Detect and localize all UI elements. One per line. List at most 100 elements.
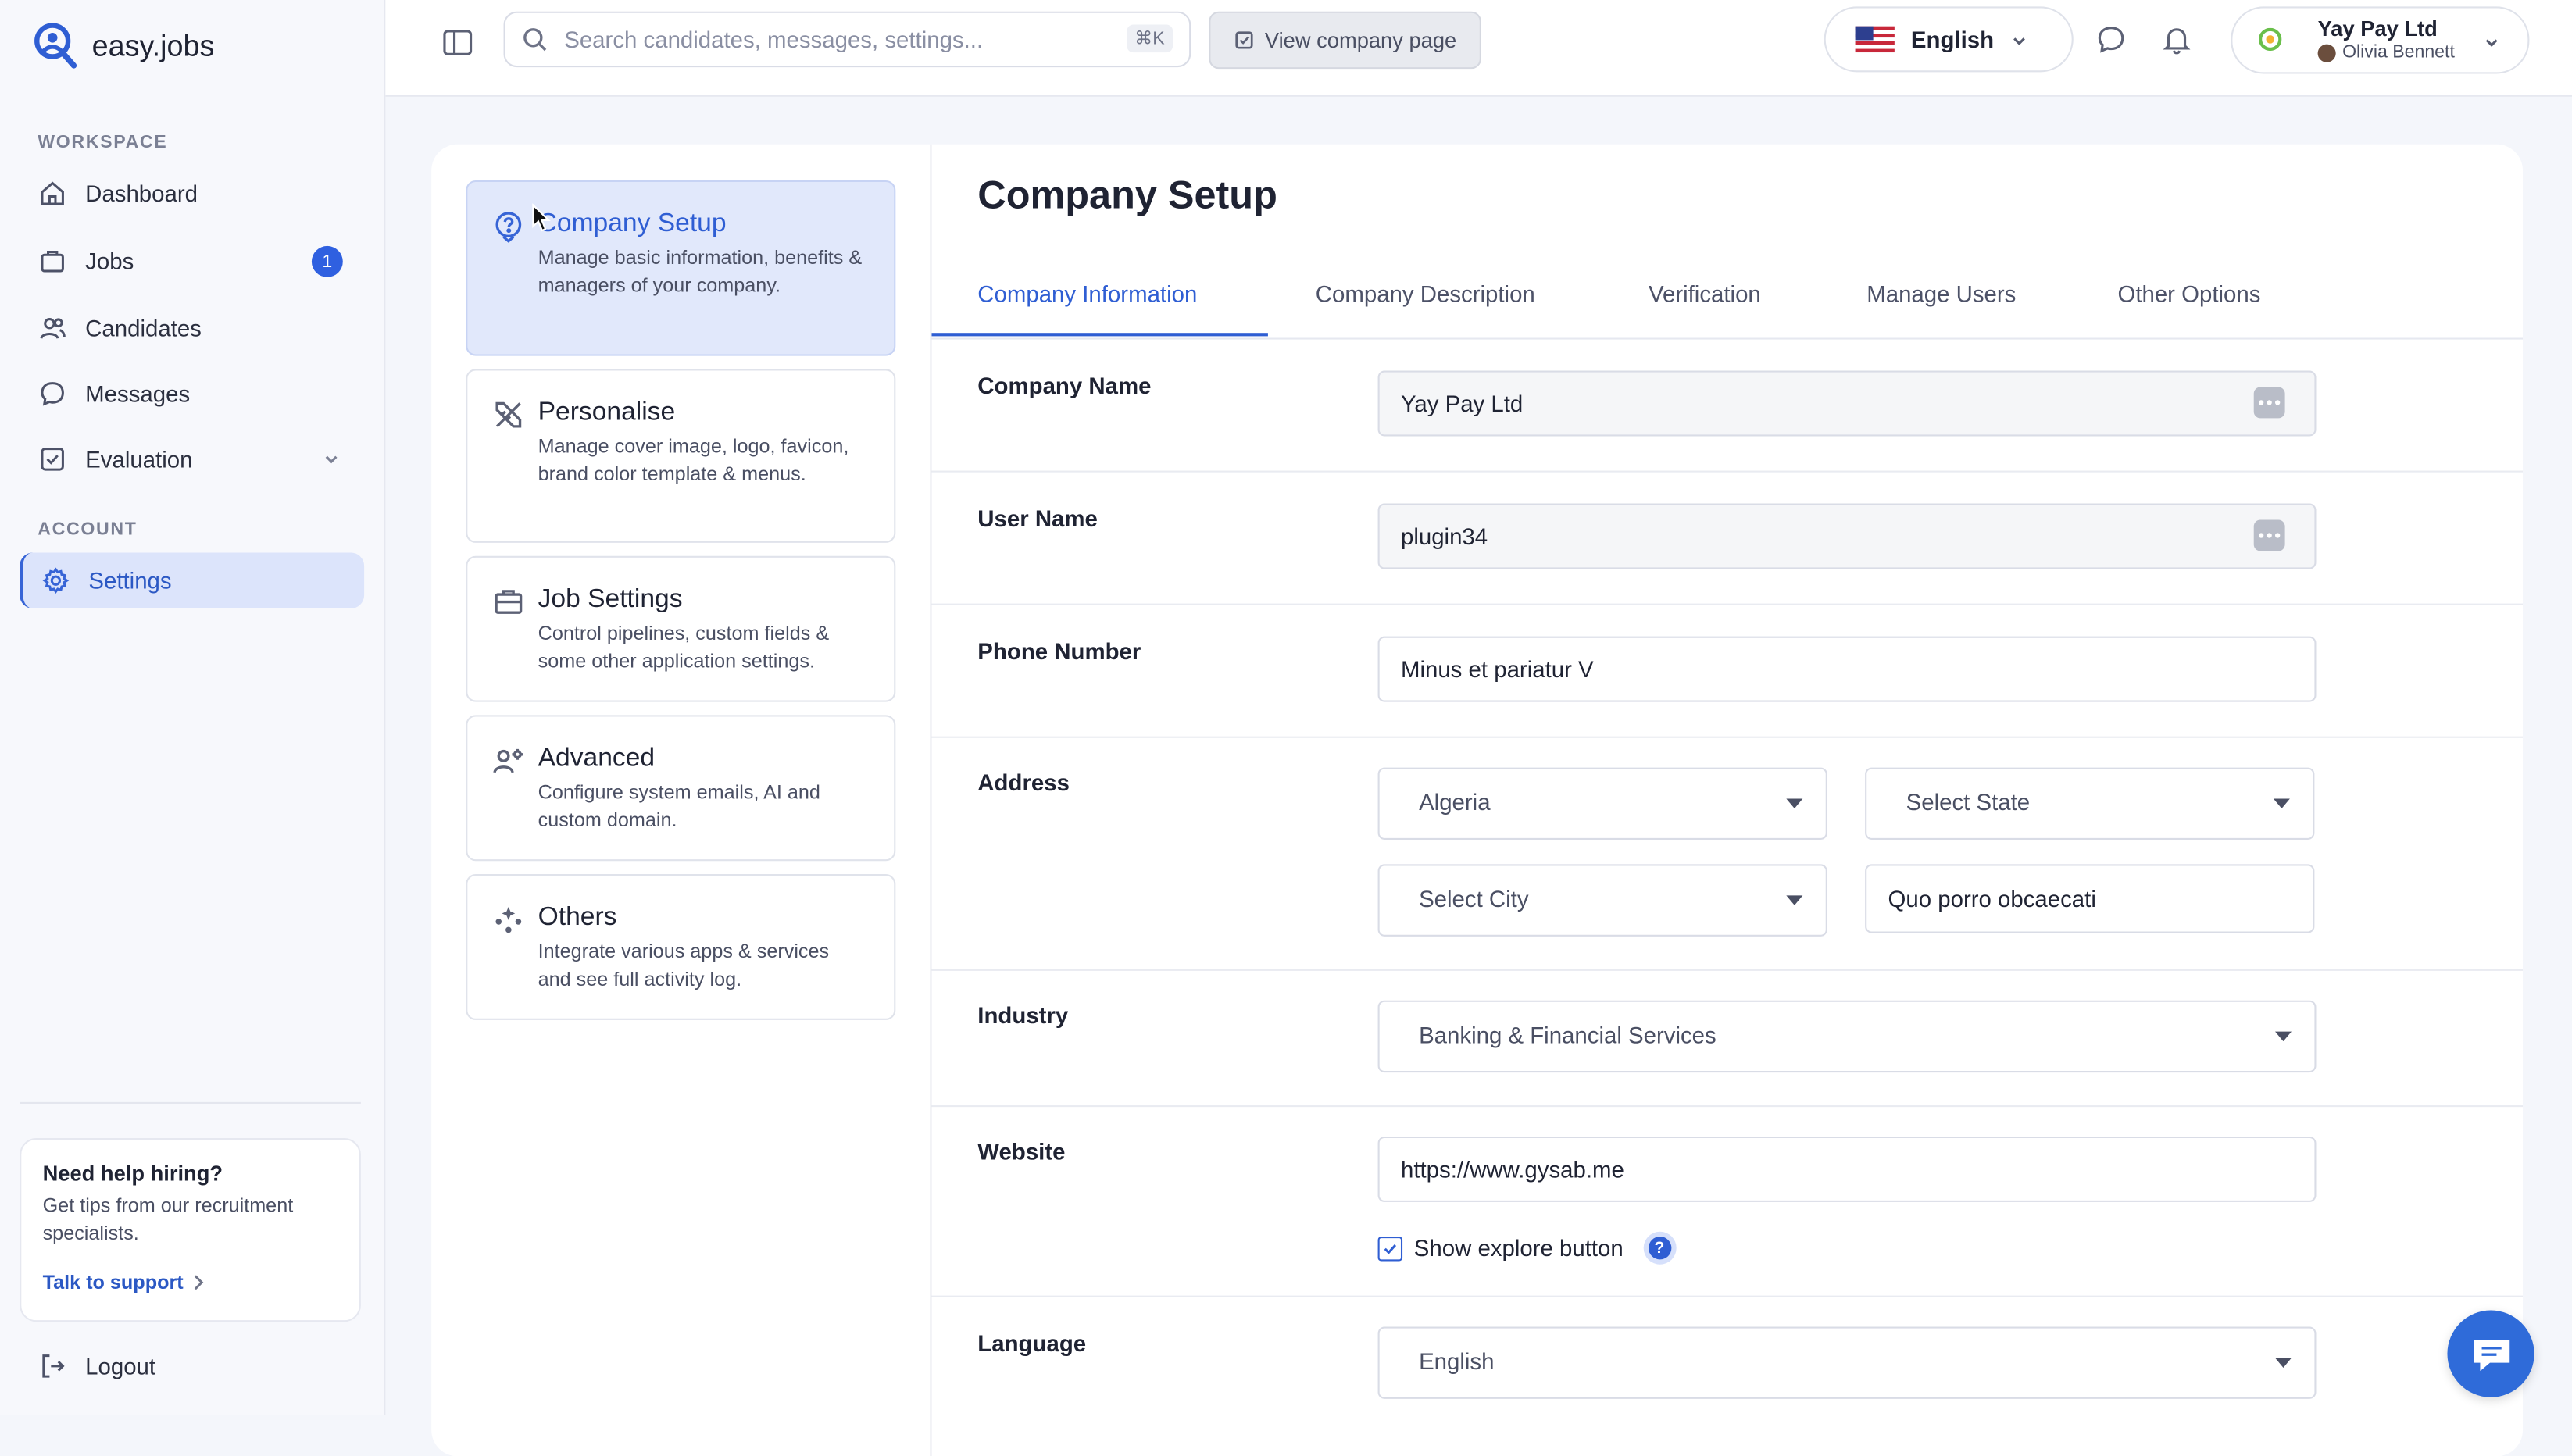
active-tab-indicator bbox=[931, 333, 1268, 337]
phone-field[interactable]: Minus et pariatur V bbox=[1377, 636, 2317, 702]
help-mark: ? bbox=[1648, 1237, 1671, 1260]
sidebar-item-candidates[interactable]: Candidates bbox=[20, 300, 361, 355]
tab-other-options[interactable]: Other Options bbox=[2117, 280, 2260, 307]
tab-company-description[interactable]: Company Description bbox=[1316, 280, 1535, 307]
sidebar-item-label: Dashboard bbox=[85, 180, 198, 207]
settings-nav-desc: Integrate various apps & services and se… bbox=[538, 940, 830, 991]
user-name-label: User Name bbox=[977, 505, 1098, 532]
company-logo-icon bbox=[2259, 27, 2282, 52]
logout-label: Logout bbox=[85, 1353, 156, 1379]
sparkle-grid-icon bbox=[495, 907, 522, 933]
messages-icon[interactable] bbox=[2095, 23, 2127, 55]
sidebar: easy.jobs WORKSPACE Dashboard Jobs 1 Can… bbox=[0, 0, 386, 1415]
app-logo[interactable]: easy.jobs bbox=[33, 21, 214, 70]
settings-nav-advanced[interactable]: Advanced Configure system emails, AI and… bbox=[466, 715, 896, 862]
tab-verification[interactable]: Verification bbox=[1649, 280, 1761, 307]
user-name-row: User Name plugin34 bbox=[931, 473, 2524, 605]
account-user-name: Olivia Bennett bbox=[2342, 42, 2455, 62]
users-icon bbox=[40, 318, 66, 339]
checklist-icon bbox=[41, 448, 64, 471]
language-select[interactable]: English bbox=[1377, 1326, 2317, 1399]
more-options-icon[interactable] bbox=[2253, 519, 2285, 551]
settings-nav-desc: Manage cover image, logo, favicon, brand… bbox=[538, 434, 849, 486]
phone-row: Phone Number Minus et pariatur V bbox=[931, 605, 2524, 738]
settings-nav-job-settings[interactable]: Job Settings Control pipelines, custom f… bbox=[466, 555, 896, 702]
search-bar[interactable]: ⌘K bbox=[503, 11, 1191, 68]
sidebar-item-settings[interactable]: Settings bbox=[20, 552, 365, 608]
settings-nav-desc: Control pipelines, custom fields & some … bbox=[538, 621, 830, 673]
sidebar-item-label: Candidates bbox=[85, 315, 202, 341]
sidebar-toggle-icon[interactable] bbox=[440, 24, 476, 60]
state-value: Select State bbox=[1906, 788, 2031, 815]
address-row: Address Algeria Select State Select City… bbox=[931, 738, 2524, 971]
settings-nav-title: Personalise bbox=[538, 398, 676, 426]
show-explore-option: Show explore button ? bbox=[1377, 1231, 1676, 1265]
caret-down-icon bbox=[1786, 895, 1803, 905]
show-explore-checkbox[interactable] bbox=[1377, 1235, 1403, 1261]
jobs-count-badge: 1 bbox=[311, 245, 343, 277]
company-name-field[interactable]: Yay Pay Ltd bbox=[1377, 370, 2317, 437]
briefcase-icon bbox=[41, 250, 64, 273]
sidebar-item-dashboard[interactable]: Dashboard bbox=[20, 166, 361, 221]
chevron-down-icon bbox=[2485, 39, 2498, 47]
website-row: Website https://www.gysab.me Show explor… bbox=[931, 1107, 2524, 1297]
account-switcher[interactable]: Yay Pay Ltd Olivia Bennett bbox=[2231, 6, 2530, 74]
tab-manage-users[interactable]: Manage Users bbox=[1866, 280, 2016, 307]
search-shortcut: ⌘K bbox=[1126, 24, 1173, 53]
language-label: English bbox=[1910, 26, 1995, 53]
industry-value: Banking & Financial Services bbox=[1419, 1021, 1716, 1048]
avatar bbox=[2317, 43, 2336, 62]
settings-nav-title: Others bbox=[538, 903, 617, 932]
settings-nav-personalise[interactable]: Personalise Manage cover image, logo, fa… bbox=[466, 369, 896, 543]
more-options-icon[interactable] bbox=[2253, 387, 2285, 419]
company-name-label: Company Name bbox=[977, 372, 1152, 399]
topbar: ⌘K View company page English bbox=[385, 0, 2572, 97]
view-company-label: View company page bbox=[1264, 27, 1457, 53]
language-selector[interactable]: English bbox=[1824, 6, 2074, 73]
industry-row: Industry Banking & Financial Services bbox=[931, 971, 2524, 1108]
settings-panel: Company Setup Manage basic information, … bbox=[431, 144, 2524, 1456]
sidebar-item-label: Settings bbox=[88, 567, 172, 594]
live-chat-button[interactable] bbox=[2447, 1310, 2534, 1397]
chevron-down-icon bbox=[2013, 37, 2025, 45]
chevron-down-icon bbox=[325, 455, 338, 464]
question-circle-icon bbox=[495, 212, 522, 243]
logout-icon bbox=[42, 1354, 65, 1378]
street-address-field[interactable]: Quo porro obcaecati bbox=[1865, 864, 2315, 933]
country-value: Algeria bbox=[1419, 788, 1491, 815]
settings-nav-others[interactable]: Others Integrate various apps & services… bbox=[466, 874, 896, 1020]
settings-nav-desc: Manage basic information, benefits & man… bbox=[538, 245, 863, 298]
company-setup-tabs: Company Information Company Description … bbox=[931, 256, 2524, 340]
website-field[interactable]: https://www.gysab.me bbox=[1377, 1136, 2317, 1202]
search-input[interactable] bbox=[561, 24, 1109, 55]
website-value: https://www.gysab.me bbox=[1400, 1156, 1624, 1183]
show-explore-label: Show explore button bbox=[1413, 1234, 1624, 1262]
check-icon bbox=[1384, 1243, 1397, 1254]
user-name-field[interactable]: plugin34 bbox=[1377, 503, 2317, 569]
talk-to-support-link[interactable]: Talk to support bbox=[43, 1271, 205, 1294]
external-check-icon bbox=[1235, 31, 1253, 49]
sidebar-item-jobs[interactable]: Jobs 1 bbox=[20, 233, 361, 288]
bell-icon[interactable] bbox=[2160, 23, 2193, 55]
city-select[interactable]: Select City bbox=[1377, 864, 1827, 937]
settings-nav-title: Job Settings bbox=[538, 585, 683, 614]
sidebar-item-evaluation[interactable]: Evaluation bbox=[20, 431, 361, 487]
address-label: Address bbox=[977, 769, 1070, 796]
country-select[interactable]: Algeria bbox=[1377, 767, 1827, 840]
easyjobs-logo-icon bbox=[34, 23, 77, 69]
website-label: Website bbox=[977, 1138, 1066, 1165]
workspace-section-label: WORKSPACE bbox=[38, 133, 168, 153]
industry-select[interactable]: Banking & Financial Services bbox=[1377, 1000, 2317, 1073]
tab-company-information[interactable]: Company Information bbox=[977, 280, 1197, 307]
account-section-label: ACCOUNT bbox=[38, 519, 138, 540]
sidebar-item-label: Messages bbox=[85, 380, 191, 407]
logo-text: easy.jobs bbox=[91, 28, 215, 62]
help-icon[interactable]: ? bbox=[1642, 1231, 1676, 1265]
view-company-page-button[interactable]: View company page bbox=[1209, 11, 1481, 70]
settings-nav-company-setup[interactable]: Company Setup Manage basic information, … bbox=[466, 180, 896, 356]
sidebar-item-messages[interactable]: Messages bbox=[20, 366, 361, 421]
state-select[interactable]: Select State bbox=[1865, 767, 2315, 840]
logout-button[interactable]: Logout bbox=[20, 1338, 361, 1394]
settings-nav: Company Setup Manage basic information, … bbox=[431, 144, 932, 1456]
language-field-label: Language bbox=[977, 1329, 1087, 1357]
